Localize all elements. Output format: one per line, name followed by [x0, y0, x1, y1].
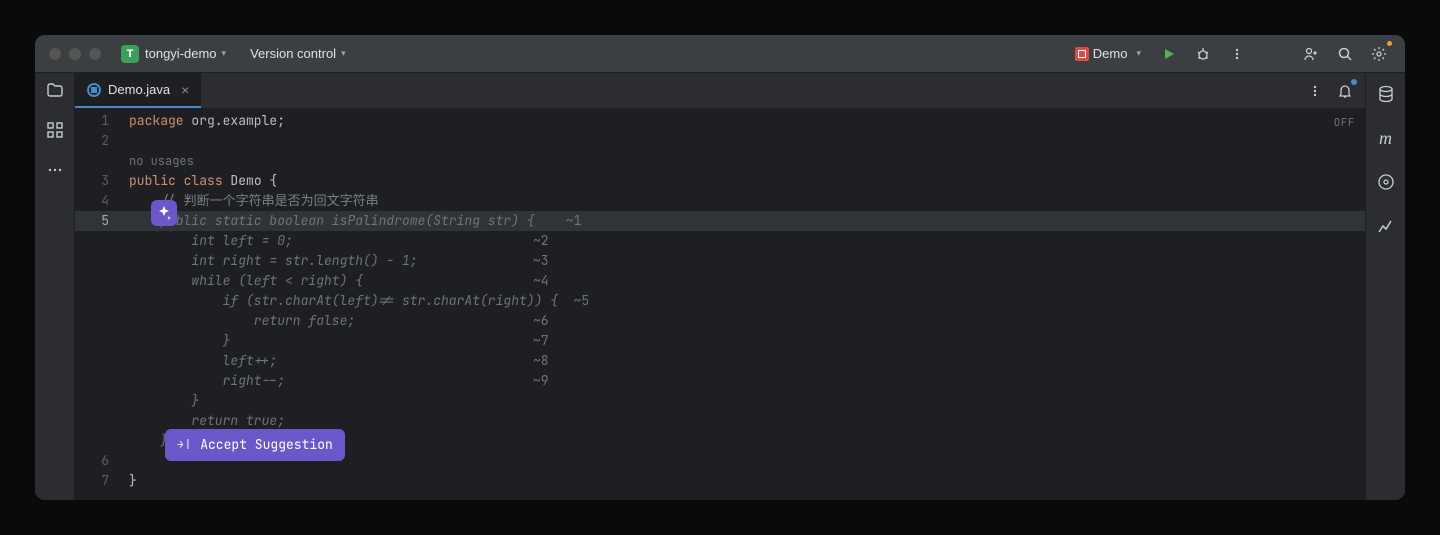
window-controls	[49, 48, 101, 60]
ai-assistant-icon[interactable]	[151, 200, 177, 226]
tab-filename: Demo.java	[108, 82, 170, 97]
chevron-down-icon: ▾	[222, 48, 227, 59]
project-selector[interactable]: T tongyi-demo ▾	[115, 41, 232, 67]
tab-options-button[interactable]	[1303, 79, 1327, 103]
chevron-down-icon: ▾	[1136, 48, 1141, 59]
notifications-button[interactable]	[1333, 79, 1357, 103]
version-control-menu[interactable]: Version control ▾	[244, 42, 352, 65]
line-number: 6	[75, 451, 109, 471]
inspection-off-badge[interactable]: OFF	[1334, 113, 1355, 133]
structure-tool-icon[interactable]	[44, 119, 66, 141]
editor-area: 1 2 3 4 5 6 7 OFF package org.example; n…	[75, 109, 1365, 500]
settings-notification-dot	[1386, 40, 1393, 47]
maven-tool-icon[interactable]: m	[1375, 127, 1397, 149]
line-number: 7	[75, 471, 109, 491]
left-tool-rail	[35, 73, 75, 500]
run-config-name: Demo	[1093, 46, 1128, 61]
close-window[interactable]	[49, 48, 61, 60]
run-button[interactable]	[1157, 42, 1181, 66]
line-number: 2	[75, 131, 109, 151]
analytics-tool-icon[interactable]	[1375, 215, 1397, 237]
project-badge: T	[121, 45, 139, 63]
collaborate-button[interactable]	[1299, 42, 1323, 66]
line-gutter: 1 2 3 4 5 6 7	[75, 109, 123, 500]
debug-button[interactable]	[1191, 42, 1215, 66]
run-config-icon	[1075, 47, 1089, 61]
line-number: 3	[75, 171, 109, 191]
project-name: tongyi-demo	[145, 46, 217, 61]
more-tools-icon[interactable]	[44, 159, 66, 181]
accept-suggestion-button[interactable]: →| Accept Suggestion	[165, 429, 345, 461]
chevron-down-icon: ▾	[341, 48, 346, 59]
version-control-label: Version control	[250, 46, 336, 61]
database-tool-icon[interactable]	[1375, 83, 1397, 105]
editor-panel: Demo.java × 1 2	[75, 73, 1365, 500]
titlebar-right: Demo ▾	[1069, 42, 1391, 66]
ai-tool-icon[interactable]	[1375, 171, 1397, 193]
settings-button[interactable]	[1367, 42, 1391, 66]
minimize-window[interactable]	[69, 48, 81, 60]
line-number: 4	[75, 191, 109, 211]
titlebar: T tongyi-demo ▾ Version control ▾ Demo ▾	[35, 35, 1405, 73]
right-tool-rail: m	[1365, 73, 1405, 500]
tab-key-icon: →|	[177, 435, 192, 455]
more-actions-button[interactable]	[1225, 42, 1249, 66]
close-tab-button[interactable]: ×	[181, 83, 189, 97]
search-button[interactable]	[1333, 42, 1357, 66]
line-number: 1	[75, 111, 109, 131]
java-class-icon	[87, 83, 101, 97]
usages-hint[interactable]: no usages	[129, 153, 194, 169]
workspace: Demo.java × 1 2	[35, 73, 1405, 500]
accept-suggestion-label: Accept Suggestion	[200, 435, 333, 455]
project-tool-icon[interactable]	[44, 79, 66, 101]
editor-tabbar: Demo.java ×	[75, 73, 1365, 109]
editor-tab-demo[interactable]: Demo.java ×	[75, 73, 201, 108]
ide-window: T tongyi-demo ▾ Version control ▾ Demo ▾	[35, 35, 1405, 500]
line-number: 5	[75, 211, 123, 231]
code-editor[interactable]: OFF package org.example; no usages publi…	[123, 109, 1365, 500]
notification-dot	[1351, 79, 1357, 85]
maximize-window[interactable]	[89, 48, 101, 60]
run-config-selector[interactable]: Demo ▾	[1069, 42, 1147, 65]
